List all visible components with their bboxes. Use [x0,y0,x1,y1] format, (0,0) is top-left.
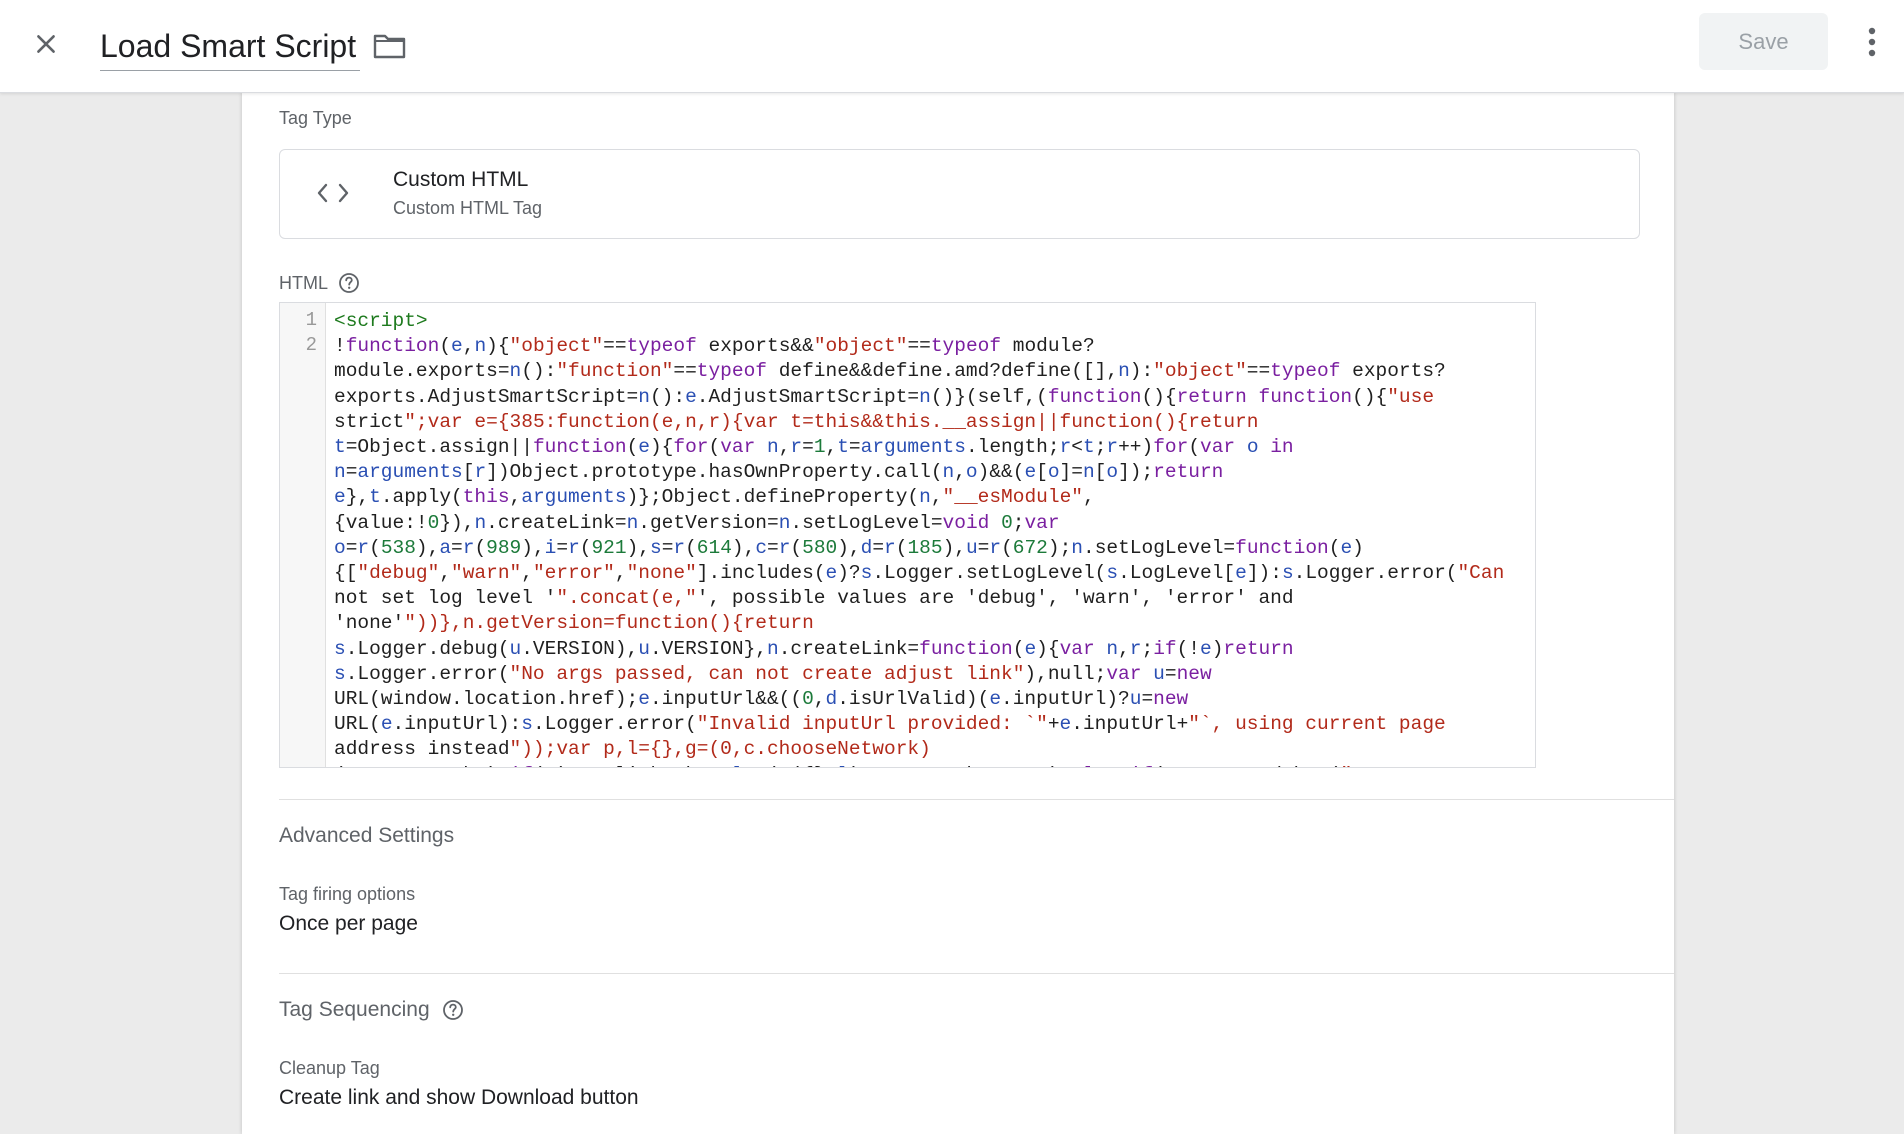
html-label-text: HTML [279,272,328,293]
cleanup-tag-label: Cleanup Tag [279,1058,380,1078]
html-field-label: HTML [279,272,360,294]
tag-configuration-card: Tag Type Custom HTML Custom HTML Tag HTM… [242,92,1674,1134]
tag-sequencing-header: Tag Sequencing [279,998,464,1022]
tag-type-label: Tag Type [279,108,352,128]
code-line: s.Logger.error("No args passed, can not … [334,662,1212,685]
help-icon[interactable] [442,999,464,1021]
line-number: 1 [305,309,317,331]
code-line: exports.AdjustSmartScript=n():e.AdjustSm… [334,385,1435,408]
code-line: not set log level '".concat(e,"', possib… [334,587,1294,610]
code-line: 'none'"))},n.getVersion=function(){retur… [334,612,814,635]
code-line: !function(e,n){"object"==typeof exports&… [334,335,1095,358]
more-vert-icon [1868,27,1876,57]
html-code-editor[interactable]: 1 2 <script> !function(e,n){"object"==typ… [279,302,1536,768]
tag-sequencing-title: Tag Sequencing [279,998,430,1021]
line-number: 2 [305,334,317,356]
tag-name-field[interactable]: Load Smart Script [100,22,361,71]
code-line: URL(e.inputUrl):s.Logger.error("Invalid … [334,713,1446,736]
cleanup-tag-value: Create link and show Download button [279,1086,639,1109]
code-line: (u,o.networks);if(g)p=g.linkToken,l=t(t(… [334,763,1527,767]
folder-button[interactable] [368,24,412,68]
line-number-gutter: 1 2 [280,303,326,767]
top-bar: Load Smart Script Save [0,0,1904,93]
code-line: module.exports=n():"function"==typeof de… [334,360,1446,383]
save-button[interactable]: Save [1699,13,1828,70]
advanced-settings-title: Advanced Settings [279,824,455,847]
code-line: o=r(538),a=r(989),i=r(921),s=r(614),c=r(… [334,536,1364,559]
more-options-button[interactable] [1852,20,1892,64]
code-line: strict";var e={385:function(e,n,r){var t… [334,410,1259,433]
tag-firing-options-label: Tag firing options [279,884,416,904]
tag-type-name: Custom HTML [393,168,529,191]
code-content[interactable]: <script> !function(e,n){"object"==typeof … [334,309,1527,767]
divider [279,799,1674,800]
tag-type-selector[interactable]: Custom HTML Custom HTML Tag [279,149,1640,239]
code-line: URL(window.location.href);e.inputUrl&&((… [334,688,1189,711]
code-line: n=arguments[r])Object.prototype.hasOwnPr… [334,461,1224,484]
code-line: e},t.apply(this,arguments)};Object.defin… [334,486,1095,509]
close-icon [37,35,55,53]
divider [279,973,1674,974]
code-line: {["debug","warn","error","none"].include… [334,562,1505,585]
page-title: Load Smart Script [100,27,357,64]
help-icon[interactable] [338,272,360,294]
tag-firing-options-value: Once per page [279,912,418,935]
tag-type-description: Custom HTML Tag [393,198,543,218]
code-line: {value:!0}),n.createLink=n.getVersion=n.… [334,511,1060,534]
close-button[interactable] [24,22,68,66]
folder-icon [373,34,406,59]
code-line: s.Logger.debug(u.VERSION),u.VERSION},n.c… [334,637,1294,660]
code-brackets-icon [316,182,350,209]
code-line: t=Object.assign||function(e){for(var n,r… [334,436,1294,459]
code-line: <script> [334,310,428,332]
code-line: address instead"));var p,l={},g=(0,c.cho… [334,738,931,761]
